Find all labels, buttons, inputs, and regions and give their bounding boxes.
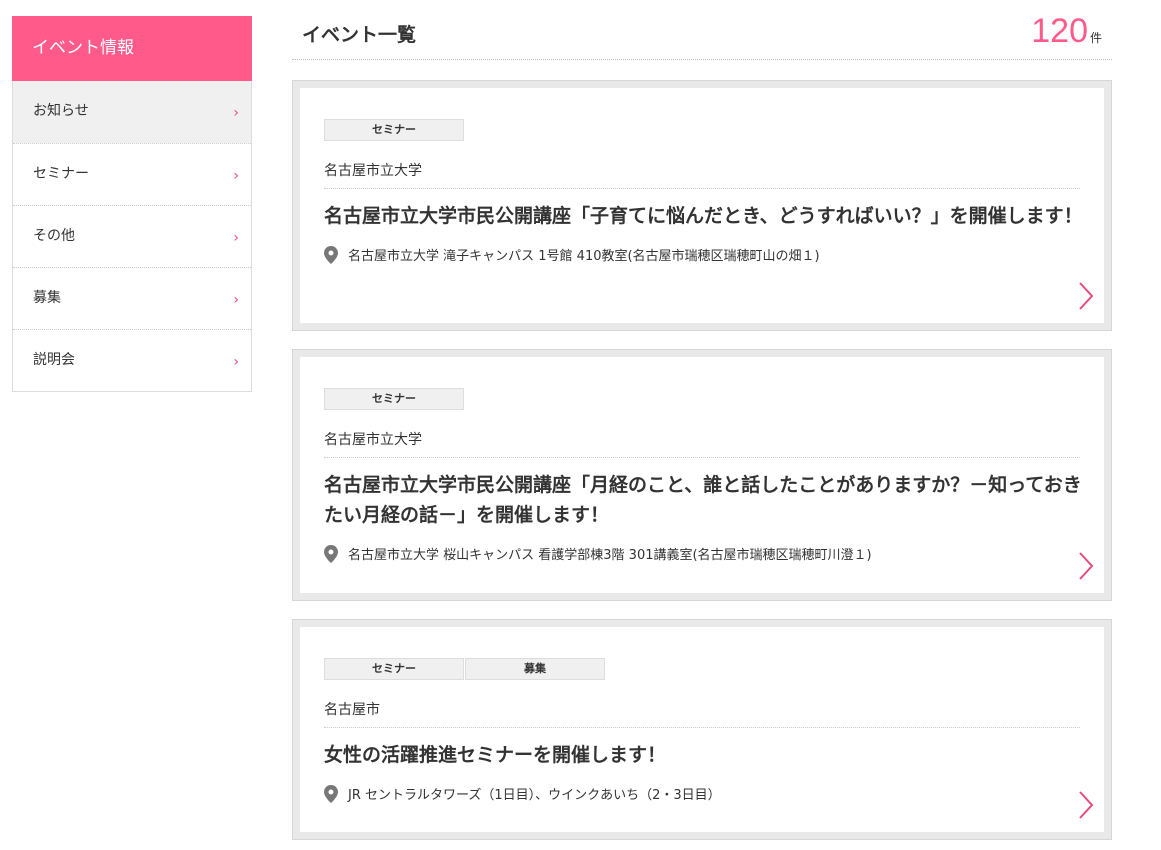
map-pin-icon <box>324 544 338 563</box>
list-header: イベント一覧 120 件 <box>292 12 1112 60</box>
event-title[interactable]: 女性の活躍推進セミナーを開催します！ <box>324 740 1084 770</box>
sidebar-header: イベント情報 <box>12 16 252 81</box>
category-tag: セミナー <box>324 658 464 680</box>
sidebar-item-label: セミナー <box>33 166 89 182</box>
sidebar-item-briefing[interactable]: 説明会 › <box>13 329 251 391</box>
tag-list: セミナー <box>324 387 1080 410</box>
category-tag: 募集 <box>465 658 605 680</box>
event-card-body: セミナー 募集 名古屋市 女性の活躍推進セミナーを開催します！ JR セントラルタ… <box>300 627 1104 832</box>
event-organizer: 名古屋市立大学 <box>324 429 1080 458</box>
event-card[interactable]: セミナー 名古屋市立大学 名古屋市立大学市民公開講座「子育てに悩んだとき、どうす… <box>292 80 1112 331</box>
sidebar-item-seminar[interactable]: セミナー › <box>13 143 251 205</box>
page-title: イベント一覧 <box>302 24 417 46</box>
event-organizer: 名古屋市立大学 <box>324 160 1080 189</box>
event-title[interactable]: 名古屋市立大学市民公開講座「子育てに悩んだとき、どうすればいい？」を開催します！ <box>324 201 1084 231</box>
sidebar-item-label: その他 <box>33 228 75 244</box>
chevron-right-icon: › <box>233 354 239 370</box>
event-organizer: 名古屋市 <box>324 699 1080 728</box>
event-card-body: セミナー 名古屋市立大学 名古屋市立大学市民公開講座「子育てに悩んだとき、どうす… <box>300 88 1104 323</box>
chevron-right-icon[interactable] <box>1078 551 1094 581</box>
chevron-right-icon: › <box>233 105 239 121</box>
sidebar-item-recruitment[interactable]: 募集 › <box>13 267 251 329</box>
count-number: 120 <box>1031 12 1088 50</box>
chevron-right-icon: › <box>233 230 239 246</box>
sidebar-item-label: お知らせ <box>33 103 89 119</box>
tag-list: セミナー <box>324 118 1080 141</box>
sidebar-item-label: 募集 <box>33 290 61 306</box>
count-unit: 件 <box>1089 31 1102 45</box>
sidebar-item-label: 説明会 <box>33 352 75 368</box>
category-tag: セミナー <box>324 388 464 410</box>
event-location: 名古屋市立大学 桜山キャンパス 看護学部棟3階 301講義室(名古屋市瑞穂区瑞穂… <box>324 544 1080 563</box>
tag-list: セミナー 募集 <box>324 657 1080 680</box>
map-pin-icon <box>324 784 338 803</box>
event-title[interactable]: 名古屋市立大学市民公開講座「月経のこと、誰と話したことがありますか？－知っておき… <box>324 470 1084 530</box>
chevron-right-icon: › <box>233 168 239 184</box>
map-pin-icon <box>324 245 338 264</box>
sidebar-list: お知らせ › セミナー › その他 › 募集 › 説明会 › <box>12 81 252 392</box>
event-card[interactable]: セミナー 名古屋市立大学 名古屋市立大学市民公開講座「月経のこと、誰と話したこと… <box>292 349 1112 601</box>
location-text: JR セントラルタワーズ（1日目）、ウインクあいち（2・3日目） <box>348 788 721 803</box>
result-count: 120 件 <box>1031 12 1102 51</box>
location-text: 名古屋市立大学 桜山キャンパス 看護学部棟3階 301講義室(名古屋市瑞穂区瑞穂… <box>348 548 872 563</box>
chevron-right-icon[interactable] <box>1078 281 1094 311</box>
sidebar-item-other[interactable]: その他 › <box>13 205 251 267</box>
category-tag: セミナー <box>324 119 464 141</box>
event-location: JR セントラルタワーズ（1日目）、ウインクあいち（2・3日目） <box>324 784 1080 803</box>
chevron-right-icon: › <box>233 292 239 308</box>
sidebar-item-news[interactable]: お知らせ › <box>13 81 251 143</box>
event-card-body: セミナー 名古屋市立大学 名古屋市立大学市民公開講座「月経のこと、誰と話したこと… <box>300 357 1104 593</box>
location-text: 名古屋市立大学 滝子キャンパス 1号館 410教室(名古屋市瑞穂区瑞穂町山の畑１… <box>348 249 820 264</box>
event-card[interactable]: セミナー 募集 名古屋市 女性の活躍推進セミナーを開催します！ JR セントラルタ… <box>292 619 1112 840</box>
event-location: 名古屋市立大学 滝子キャンパス 1号館 410教室(名古屋市瑞穂区瑞穂町山の畑１… <box>324 245 1080 264</box>
main-content: イベント一覧 120 件 セミナー 名古屋市立大学 名古屋市立大学市民公開講座「子… <box>292 12 1112 840</box>
sidebar: イベント情報 お知らせ › セミナー › その他 › 募集 › 説明会 › <box>12 16 252 392</box>
chevron-right-icon[interactable] <box>1078 790 1094 820</box>
